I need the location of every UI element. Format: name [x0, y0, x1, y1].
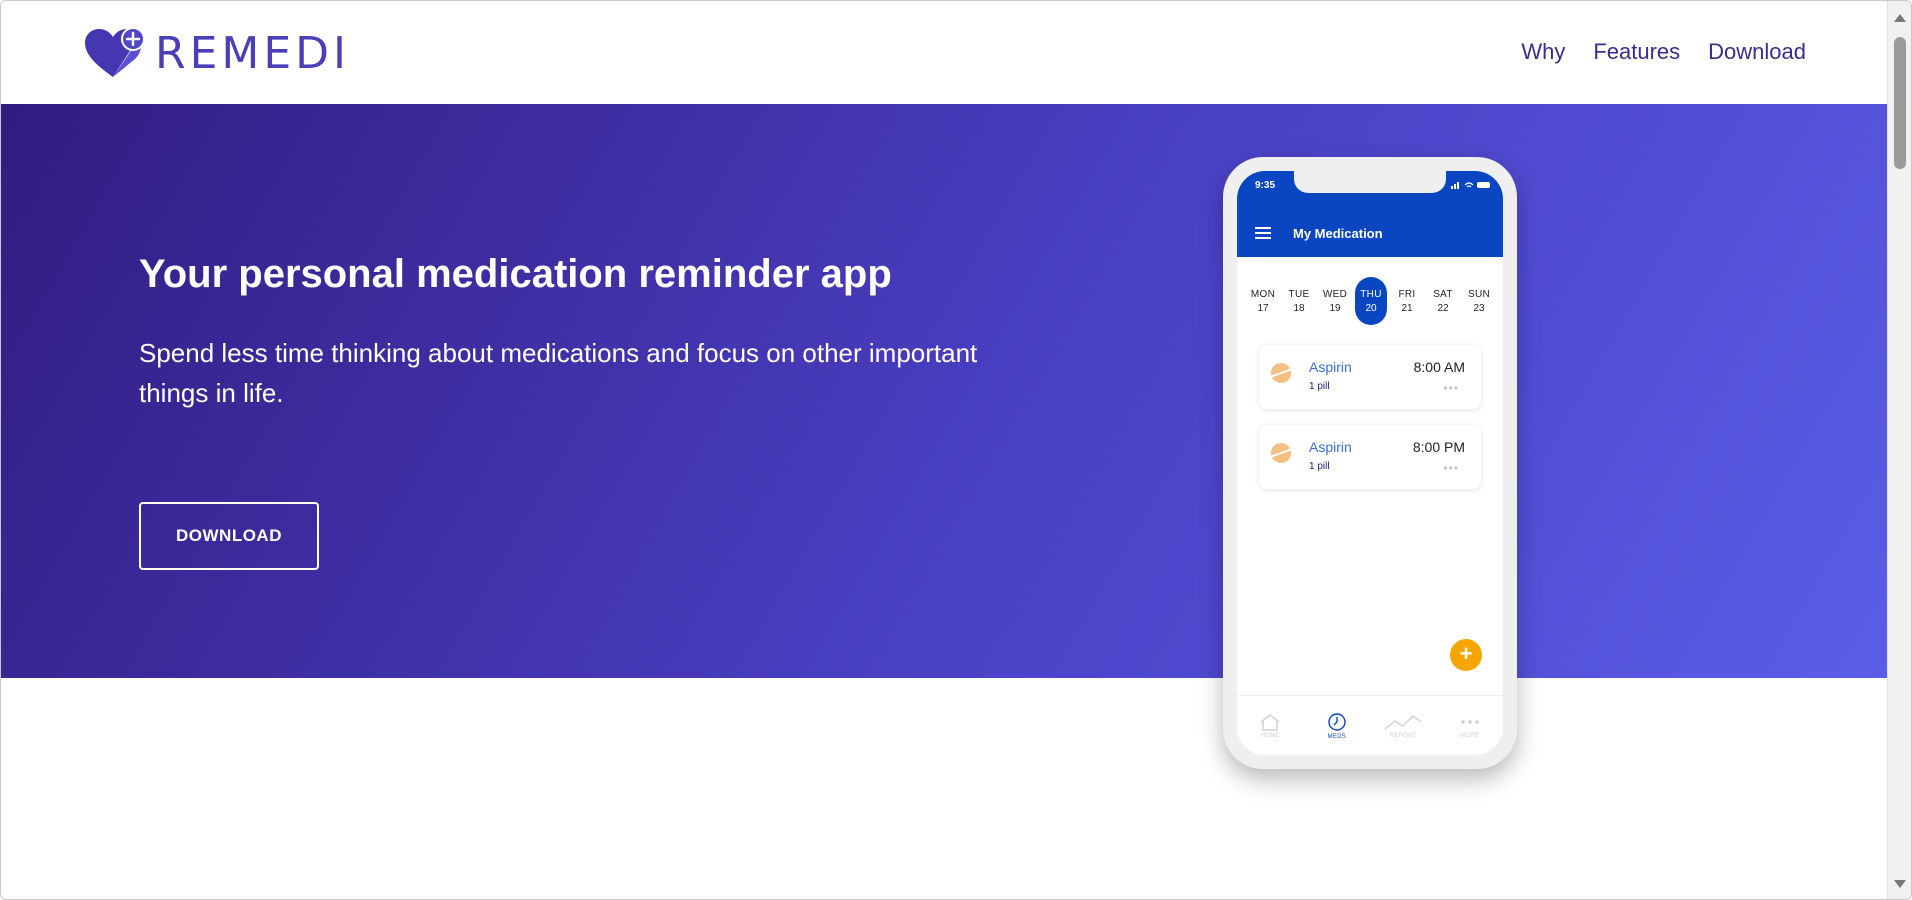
day-name: THU	[1360, 288, 1382, 300]
menu-icon[interactable]	[1255, 226, 1271, 240]
bottom-tab-bar: HOME MEDS REPORT MORE	[1237, 695, 1503, 755]
clock-icon	[1328, 712, 1346, 731]
day-item[interactable]: FRI 21	[1391, 277, 1423, 325]
medication-time: 8:00 PM	[1412, 439, 1465, 455]
tab-report[interactable]: REPORT	[1375, 713, 1431, 739]
brand-logo[interactable]: REMEDI	[83, 27, 350, 79]
site-header: REMEDI Why Features Download	[1, 1, 1888, 104]
more-options-icon[interactable]: •••	[1443, 381, 1459, 395]
home-icon	[1260, 713, 1280, 731]
medication-card[interactable]: Aspirin 1 pill 8:00 PM •••	[1259, 425, 1481, 489]
add-medication-button[interactable]: +	[1450, 639, 1482, 671]
vertical-scrollbar[interactable]	[1887, 1, 1911, 899]
day-name: FRI	[1398, 288, 1416, 300]
day-name: SAT	[1433, 288, 1453, 300]
medication-dose: 1 pill	[1309, 461, 1330, 472]
chart-line-icon	[1384, 714, 1422, 730]
hero-section: Your personal medication reminder app Sp…	[1, 104, 1888, 678]
main-nav: Why Features Download	[1521, 39, 1806, 65]
more-icon	[1460, 719, 1479, 724]
day-picker: MON 17 TUE 18 WED 19 THU 20 FRI 21 SAT 22 SUN 2…	[1247, 277, 1495, 325]
day-date: 17	[1257, 302, 1269, 314]
tab-label: REPORT	[1389, 732, 1417, 739]
tab-label: MEDS	[1327, 733, 1347, 740]
medication-time: 8:00 AM	[1413, 359, 1465, 375]
nav-link-download[interactable]: Download	[1708, 39, 1806, 65]
browser-viewport: REMEDI Why Features Download Your person…	[0, 0, 1912, 900]
pill-icon	[1271, 443, 1291, 463]
day-date: 21	[1401, 302, 1413, 314]
scrollbar-thumb[interactable]	[1894, 37, 1906, 169]
day-item[interactable]: TUE 18	[1283, 277, 1315, 325]
medication-name: Aspirin	[1309, 359, 1352, 375]
more-options-icon[interactable]: •••	[1443, 461, 1459, 475]
hero-title: Your personal medication reminder app	[139, 252, 892, 296]
tab-more[interactable]: MORE	[1442, 713, 1498, 739]
phone-notch	[1294, 171, 1446, 193]
day-item[interactable]: WED 19	[1319, 277, 1351, 325]
day-name: TUE	[1288, 288, 1310, 300]
app-title: My Medication	[1293, 226, 1383, 241]
heart-plus-icon	[85, 27, 145, 77]
day-date: 23	[1473, 302, 1485, 314]
medication-dose: 1 pill	[1309, 381, 1330, 392]
phone-mockup: 9:35 My Medication MON 17 TUE 18 WED 19 …	[1223, 157, 1517, 769]
day-date: 19	[1329, 302, 1341, 314]
download-button[interactable]: DOWNLOAD	[139, 502, 319, 570]
medication-name: Aspirin	[1309, 439, 1352, 455]
medication-card[interactable]: Aspirin 1 pill 8:00 AM •••	[1259, 345, 1481, 409]
nav-link-why[interactable]: Why	[1521, 39, 1565, 65]
scroll-down-arrow-icon[interactable]	[1894, 880, 1906, 888]
day-date: 22	[1437, 302, 1449, 314]
tab-label: HOME	[1260, 732, 1280, 739]
day-date: 18	[1293, 302, 1305, 314]
day-date: 20	[1365, 302, 1377, 314]
tab-label: MORE	[1460, 732, 1480, 739]
day-name: WED	[1322, 288, 1348, 300]
phone-screen: 9:35 My Medication MON 17 TUE 18 WED 19 …	[1237, 171, 1503, 755]
day-item[interactable]: SUN 23	[1463, 277, 1495, 325]
brand-name: REMEDI	[155, 27, 350, 79]
nav-link-features[interactable]: Features	[1593, 39, 1680, 65]
status-time: 9:35	[1255, 180, 1276, 191]
scroll-up-arrow-icon[interactable]	[1894, 14, 1906, 22]
day-item[interactable]: MON 17	[1247, 277, 1279, 325]
day-item[interactable]: SAT 22	[1427, 277, 1459, 325]
pill-icon	[1271, 363, 1291, 383]
hero-subtitle: Spend less time thinking about medicatio…	[139, 338, 978, 408]
tab-home[interactable]: HOME	[1242, 713, 1298, 739]
status-icons	[1451, 182, 1490, 189]
day-item-selected[interactable]: THU 20	[1355, 277, 1387, 325]
tab-meds[interactable]: MEDS	[1309, 712, 1365, 740]
app-bar: 9:35 My Medication	[1237, 171, 1503, 257]
day-name: MON	[1250, 288, 1276, 300]
day-name: SUN	[1467, 288, 1490, 300]
